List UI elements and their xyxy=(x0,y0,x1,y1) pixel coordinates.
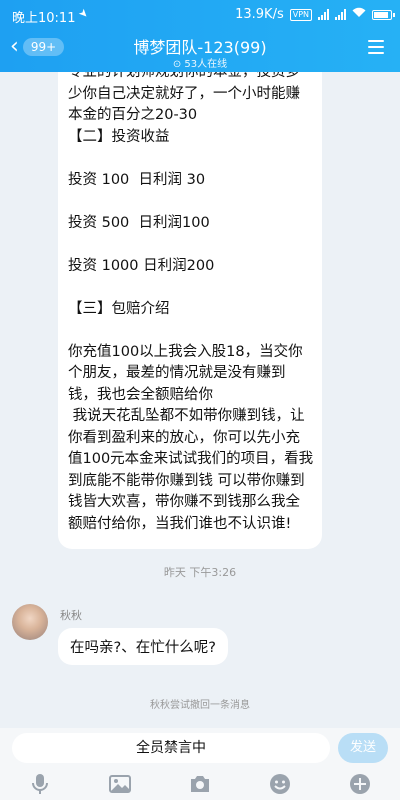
battery-icon xyxy=(372,9,395,20)
message-bubble-short[interactable]: 在吗亲?、在忙什么呢? xyxy=(58,628,228,665)
camera-icon[interactable] xyxy=(188,772,212,796)
title-bar: ‹ 99+ 博梦团队-123(99) ⊙ 53人在线 xyxy=(0,30,400,72)
message-text xyxy=(68,320,314,342)
menu-button[interactable] xyxy=(368,40,384,58)
time-divider: 昨天 下午3:26 xyxy=(163,566,237,579)
status-time: 晚上10:11 xyxy=(12,11,76,26)
image-icon[interactable] xyxy=(108,772,132,796)
recall-notice: 秋秋尝试撤回一条消息 xyxy=(150,700,250,711)
sender-name: 秋秋 xyxy=(60,609,82,622)
message-text xyxy=(68,191,314,213)
message-text xyxy=(68,234,314,256)
signal-icon xyxy=(318,9,329,20)
message-bubble[interactable]: 专业的计划师规划你的本金，投资多少你自己决定就好了，一个小时能赚本金的百分之20… xyxy=(58,72,322,549)
status-right: 13.9K/s VPN xyxy=(235,7,395,22)
message-text xyxy=(68,148,314,170)
message-text: 投资 500 日利润100 xyxy=(68,214,210,231)
message-input[interactable]: 全员禁言中 xyxy=(12,733,330,763)
message-text: 投资 100 日利润 30 xyxy=(68,171,206,188)
navigation-arrow-icon: ➤ xyxy=(75,5,92,22)
online-status: ⊙ 53人在线 xyxy=(0,55,400,70)
message-text: 【二】投资收益 xyxy=(68,128,170,145)
message-text: 我说天花乱坠都不如带你赚到钱，让你看到盈利来的放心，你可以先小充值100元本金来… xyxy=(68,408,314,532)
input-toolbar xyxy=(0,772,400,796)
wifi-icon xyxy=(352,7,366,22)
avatar[interactable] xyxy=(12,604,48,640)
message-text: 专业的计划师规划你的本金，投资多少你自己决定就好了，一个小时能赚本金的百分之20… xyxy=(68,72,300,123)
online-dot-icon: ⊙ xyxy=(172,59,182,70)
emoji-icon[interactable] xyxy=(268,772,292,796)
network-speed: 13.9K/s xyxy=(235,7,284,22)
message-text: 投资 1000 日利润200 xyxy=(68,257,215,274)
signal-icon-2 xyxy=(335,9,346,20)
message-text: 你充值100以上我会入股18，当交你个朋友，最差的情况就是没有赚到钱，我也会全额… xyxy=(68,343,303,403)
send-button[interactable]: 发送 xyxy=(338,733,388,763)
status-bar: 晚上10:11 ➤ 13.9K/s VPN xyxy=(0,0,400,30)
online-count: 53人在线 xyxy=(184,59,228,70)
hamburger-icon xyxy=(368,40,384,54)
vpn-badge: VPN xyxy=(289,8,312,21)
chat-area[interactable]: 专业的计划师规划你的本金，投资多少你自己决定就好了，一个小时能赚本金的百分之20… xyxy=(0,72,400,728)
header: 晚上10:11 ➤ 13.9K/s VPN ‹ 99+ 博梦团队-123(99)… xyxy=(0,0,400,72)
plus-icon[interactable] xyxy=(348,772,372,796)
message-text xyxy=(68,277,314,299)
input-area: 全员禁言中 发送 xyxy=(0,728,400,800)
mic-icon[interactable] xyxy=(28,772,52,796)
message-text: 【三】包赔介绍 xyxy=(68,300,170,317)
